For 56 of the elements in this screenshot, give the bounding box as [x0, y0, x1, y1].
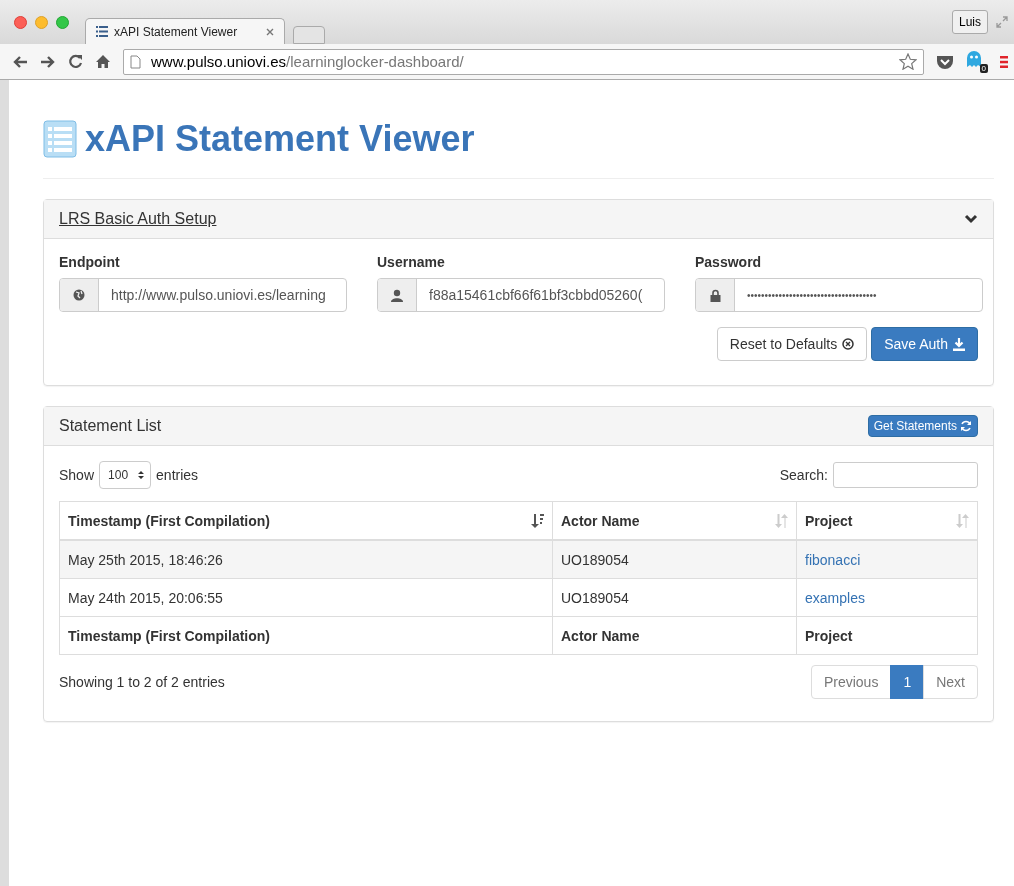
search-field[interactable] [833, 462, 978, 488]
chevron-icon[interactable] [964, 214, 978, 224]
pagination-button[interactable]: 1 [890, 665, 925, 699]
entries-label: entries [156, 467, 199, 483]
extension-badge: 0 [979, 64, 988, 73]
panel-title-link[interactable]: LRS Basic Auth Setup [59, 210, 217, 228]
pocket-icon[interactable] [936, 53, 954, 70]
project-link[interactable]: fibonacci [805, 551, 861, 568]
close-tab-icon[interactable] [266, 27, 274, 36]
lock-icon [709, 288, 721, 302]
home-icon[interactable] [95, 54, 111, 69]
forward-icon[interactable] [40, 54, 56, 69]
fullscreen-icon[interactable] [996, 16, 1008, 28]
globe-icon [73, 289, 85, 301]
project-link[interactable]: examples [805, 589, 865, 606]
zoom-window-icon[interactable] [56, 15, 69, 29]
profile-button[interactable]: Luis [952, 10, 988, 34]
panel-title: Statement List [59, 417, 162, 435]
download-icon [953, 337, 965, 351]
field-label: Password [695, 254, 763, 270]
close-window-icon[interactable] [14, 15, 27, 29]
input-field[interactable]: ••••••••••••••••••••••••••••••••••••• [695, 278, 983, 312]
stepper-icon [138, 470, 145, 480]
menu-icon[interactable] [1000, 54, 1008, 69]
browser-tab[interactable]: xAPI Statement Viewer [85, 18, 285, 44]
address-bar[interactable]: www.pulso.uniovi.es/learninglocker-dashboard/ [123, 48, 924, 75]
star-icon[interactable] [899, 53, 917, 70]
back-icon[interactable] [12, 54, 28, 69]
input-field[interactable]: http://www.pulso.uniovi.es/learning [59, 278, 347, 312]
column-footer: Timestamp (First Compilation) [59, 616, 553, 655]
reset-button[interactable]: Reset to Defaults [716, 327, 868, 361]
refresh-icon [960, 420, 972, 432]
page-icon [130, 54, 141, 69]
search-label: Search: [779, 467, 828, 483]
list-icon [96, 26, 108, 37]
user-icon [391, 288, 403, 302]
field-label: Username [377, 254, 446, 270]
table-cell: UO189054 [552, 578, 797, 617]
get-statements-button[interactable]: Get Statements [867, 415, 978, 437]
list-icon [43, 120, 77, 158]
column-footer: Actor Name [552, 616, 797, 655]
column-footer: Project [796, 616, 978, 655]
table-cell: May 24th 2015, 20:06:55 [59, 578, 553, 617]
input-field[interactable]: f88a15461cbf66f61bf3cbbd05260( [377, 278, 665, 312]
table-info: Showing 1 to 2 of 2 entries [59, 674, 225, 690]
pagination-button[interactable]: Next [923, 665, 978, 699]
save-auth-button[interactable]: Save Auth [871, 327, 978, 361]
pagination-button[interactable]: Previous [810, 665, 892, 699]
page-size-select[interactable]: 100 [99, 461, 152, 489]
table-cell: UO189054 [552, 540, 797, 579]
table-cell: May 25th 2015, 18:46:26 [59, 540, 553, 579]
reload-icon[interactable] [68, 54, 83, 69]
page-title: xAPI Statement Viewer [85, 118, 475, 160]
field-label: Endpoint [59, 254, 121, 270]
circle-x-icon [842, 338, 855, 350]
show-label: Show [59, 467, 95, 483]
